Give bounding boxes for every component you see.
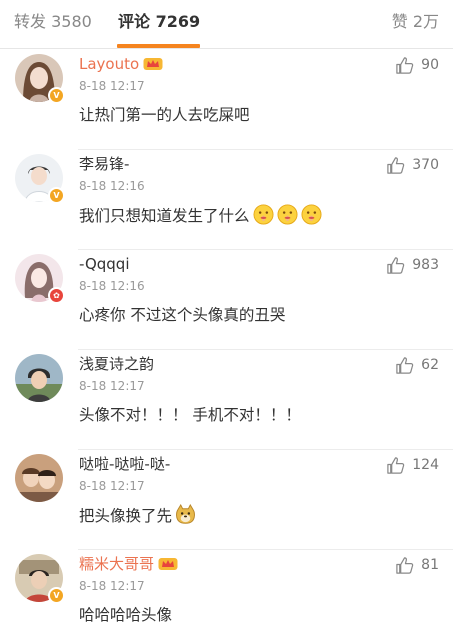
comment-username[interactable]: Layouto: [79, 53, 163, 75]
avatar[interactable]: [15, 354, 63, 402]
comment-item: V 糯米大哥哥 8-18 12:17 哈哈哈哈头像 81: [0, 550, 453, 644]
like-button[interactable]: 81: [395, 555, 439, 575]
like-button[interactable]: 62: [395, 355, 439, 375]
verified-badge-icon: V: [48, 187, 65, 204]
thumbs-up-icon: [396, 56, 414, 74]
comment-time: 8-18 12:16: [79, 279, 145, 293]
tab-repost[interactable]: 转发 3580: [14, 11, 92, 33]
avatar[interactable]: ✿: [15, 254, 65, 304]
tab-likes-count: 2万: [412, 12, 439, 31]
comment-tabs: 转发 3580 评论 7269 赞 2万: [0, 0, 453, 49]
comment-text: 把头像换了先: [79, 504, 196, 527]
tab-comments[interactable]: 评论 7269: [118, 11, 200, 33]
like-count: 81: [421, 557, 439, 573]
tab-repost-count: 3580: [51, 12, 92, 31]
comment-item: 哒啦-哒啦-哒- 8-18 12:17 把头像换了先 124: [0, 450, 453, 550]
like-count: 124: [412, 457, 439, 473]
tab-comments-count: 7269: [155, 12, 201, 31]
vip-crown-icon: [143, 58, 163, 70]
thumbs-up-icon: [387, 456, 405, 474]
comment-body: 哈哈哈哈头像: [79, 606, 173, 624]
username-text: 李易锋-: [79, 155, 130, 173]
avatar[interactable]: V: [15, 554, 65, 604]
comment-time: 8-18 12:17: [79, 479, 145, 493]
comment-body: 把头像换了先: [79, 507, 173, 525]
tab-repost-label: 转发: [14, 12, 47, 31]
thumbs-up-icon: [396, 556, 414, 574]
comment-item: V Layouto 8-18 12:17 让热门第一的人去吃屎吧 90: [0, 50, 453, 150]
verified-badge-icon: V: [48, 87, 65, 104]
red-badge-icon: ✿: [48, 287, 65, 304]
comment-time: 8-18 12:17: [79, 379, 145, 393]
active-tab-indicator: [117, 44, 200, 48]
tab-comments-label: 评论: [118, 12, 151, 31]
shhh-emoji-icon: [300, 204, 322, 225]
like-count: 370: [412, 157, 439, 173]
comment-text: 头像不对！！！ 手机不对！！！: [79, 404, 301, 426]
like-button[interactable]: 124: [386, 455, 439, 475]
tab-likes-label: 赞: [391, 12, 408, 31]
comment-body: 头像不对！！！ 手机不对！！！: [79, 406, 301, 424]
avatar[interactable]: V: [15, 154, 65, 204]
comment-username[interactable]: 浅夏诗之韵: [79, 353, 154, 375]
like-button[interactable]: 90: [395, 55, 439, 75]
thumbs-up-icon: [396, 356, 414, 374]
shhh-emoji-icon: [252, 204, 274, 225]
username-text: -Qqqqi: [79, 255, 130, 273]
thumbs-up-icon: [387, 256, 405, 274]
thumbs-up-icon: [387, 156, 405, 174]
comment-username[interactable]: 李易锋-: [79, 153, 129, 175]
like-button[interactable]: 370: [386, 155, 439, 175]
comment-body: 心疼你 不过这个头像真的丑哭: [79, 306, 286, 324]
tab-likes[interactable]: 赞 2万: [392, 11, 439, 33]
username-text: 糯米大哥哥: [79, 555, 155, 573]
comment-body: 我们只想知道发生了什么: [79, 207, 250, 225]
like-count: 90: [421, 57, 439, 73]
like-count: 62: [421, 357, 439, 373]
avatar[interactable]: [15, 454, 63, 502]
comment-text: 我们只想知道发生了什么: [79, 204, 322, 227]
comment-body: 让热门第一的人去吃屎吧: [79, 106, 250, 124]
like-count: 983: [412, 257, 439, 273]
comment-username[interactable]: 糯米大哥哥: [79, 553, 178, 575]
avatar[interactable]: V: [15, 54, 65, 104]
username-text: 哒啦-哒啦-哒-: [79, 455, 171, 473]
comment-time: 8-18 12:17: [79, 579, 145, 593]
comment-username[interactable]: -Qqqqi: [79, 253, 130, 275]
comment-text: 心疼你 不过这个头像真的丑哭: [79, 304, 285, 326]
doge-emoji-icon: [176, 504, 195, 524]
comment-text: 让热门第一的人去吃屎吧: [79, 104, 250, 126]
comment-item: 浅夏诗之韵 8-18 12:17 头像不对！！！ 手机不对！！！ 62: [0, 350, 453, 450]
vip-crown-icon: [158, 558, 178, 570]
comment-username[interactable]: 哒啦-哒啦-哒-: [79, 453, 170, 475]
username-text: Layouto: [79, 55, 140, 73]
comment-time: 8-18 12:17: [79, 79, 145, 93]
comment-item: V 李易锋- 8-18 12:16 我们只想知道发生了什么 370: [0, 150, 453, 250]
username-text: 浅夏诗之韵: [79, 355, 155, 373]
verified-badge-icon: V: [48, 587, 65, 604]
shhh-emoji-icon: [276, 204, 298, 225]
comment-text: 哈哈哈哈头像: [79, 604, 172, 626]
comment-time: 8-18 12:16: [79, 179, 145, 193]
comment-item: ✿ -Qqqqi 8-18 12:16 心疼你 不过这个头像真的丑哭 983: [0, 250, 453, 350]
like-button[interactable]: 983: [386, 255, 439, 275]
